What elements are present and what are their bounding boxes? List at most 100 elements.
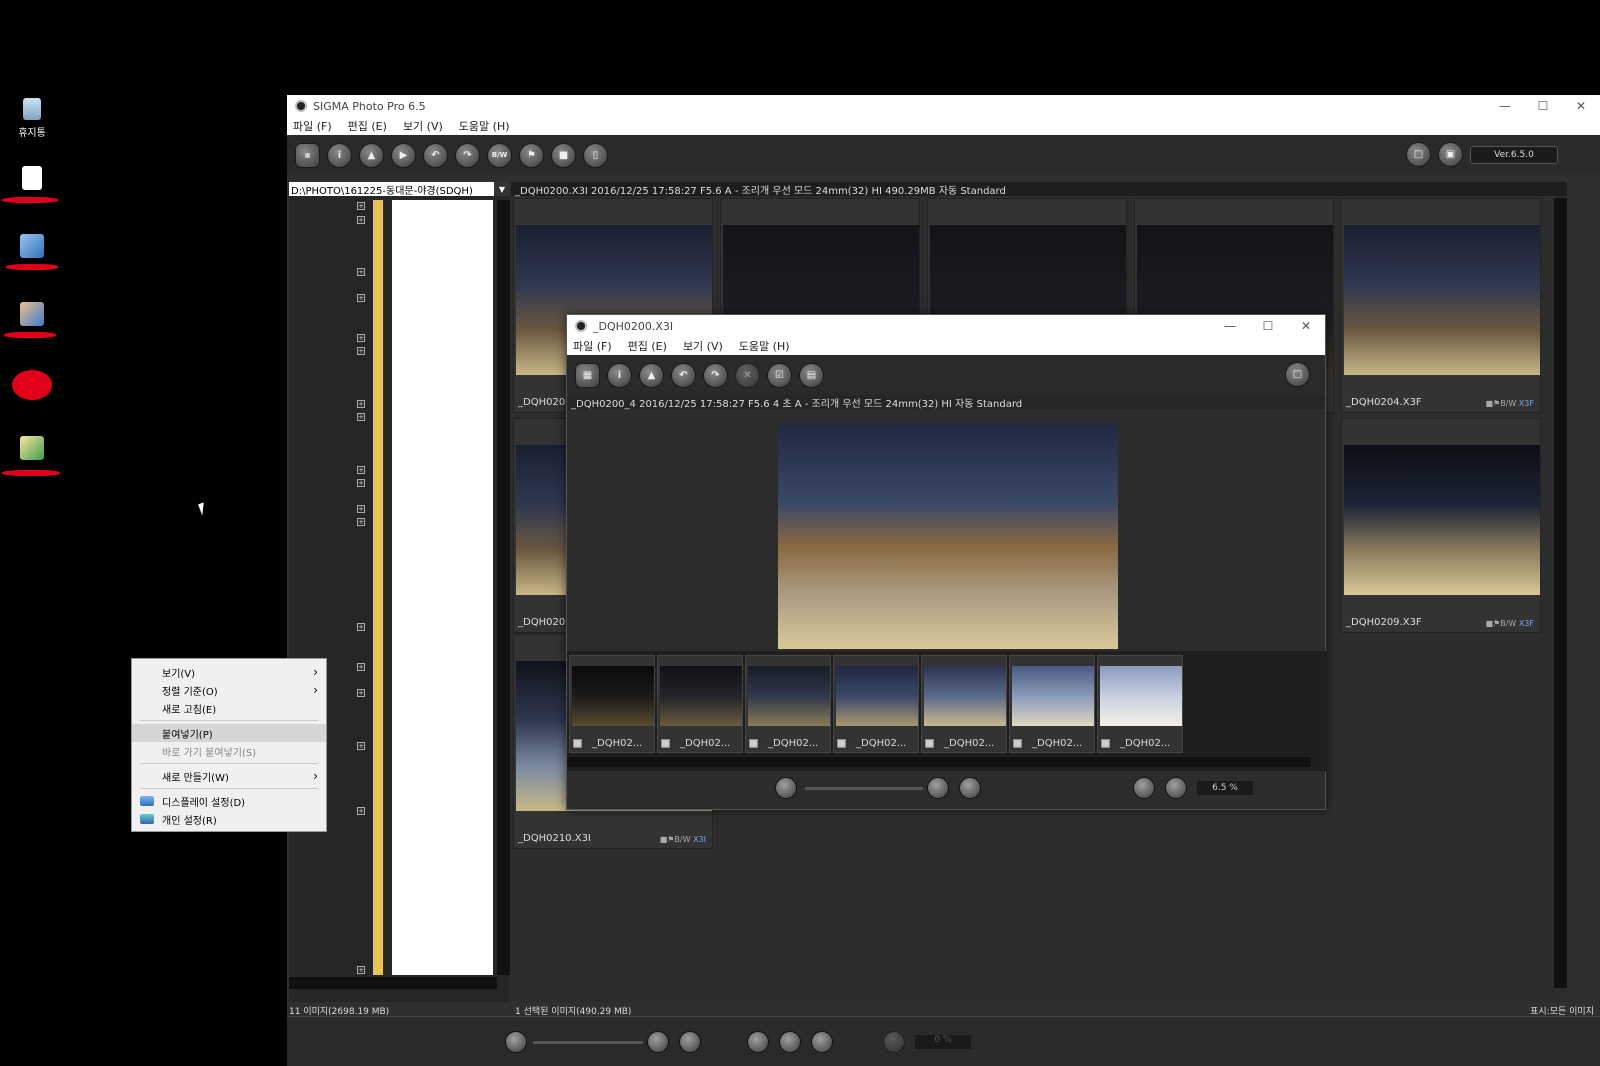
tree-vertical-scrollbar[interactable] xyxy=(497,200,510,975)
tree-expander[interactable]: + xyxy=(357,518,365,526)
menu-file[interactable]: 파일 (F) xyxy=(293,118,332,134)
rotate-left-button[interactable]: ↶ xyxy=(423,142,448,168)
film-checkbox[interactable] xyxy=(925,739,934,748)
desktop-file[interactable] xyxy=(6,166,58,190)
thumbnail[interactable]: _DQH0209.X3F ■⚑B/W X3F xyxy=(1341,418,1541,633)
ctx-refresh[interactable]: 새로 고침(E) xyxy=(132,699,326,717)
tree-expander[interactable]: + xyxy=(357,216,365,224)
maximize-button[interactable]: ☐ xyxy=(1524,95,1562,117)
tree-expander[interactable]: + xyxy=(357,294,365,302)
viewer-close-button[interactable]: ✕ xyxy=(1287,315,1325,337)
window-mode-button[interactable]: □ xyxy=(1406,142,1431,167)
tree-expander[interactable]: + xyxy=(357,742,365,750)
menu-view[interactable]: 보기 (V) xyxy=(403,118,443,134)
rotate-right-button[interactable]: ↷ xyxy=(703,362,728,388)
bw-button[interactable]: B/W xyxy=(487,142,512,168)
film-checkbox[interactable] xyxy=(1101,739,1110,748)
viewer-maximize-button[interactable]: ☐ xyxy=(1249,315,1287,337)
viewer-compare-button[interactable] xyxy=(959,777,981,799)
ctx-display-settings[interactable]: 디스플레이 설정(D) xyxy=(132,792,326,810)
desktop-user-file[interactable] xyxy=(6,436,58,460)
check-button[interactable]: ☑ xyxy=(767,362,792,388)
film-frame[interactable]: _DQH02... xyxy=(921,655,1007,753)
rotate-right-button[interactable]: ↷ xyxy=(455,142,480,168)
tree-expander[interactable]: + xyxy=(357,466,365,474)
tree-expander[interactable]: + xyxy=(357,400,365,408)
lock-button[interactable]: ■ xyxy=(551,142,576,168)
viewer-thumb-slider[interactable] xyxy=(805,787,923,790)
viewer-minimize-button[interactable]: — xyxy=(1211,315,1249,337)
info-button[interactable]: i xyxy=(327,142,352,168)
film-frame[interactable]: _DQH02... xyxy=(657,655,743,753)
film-checkbox[interactable] xyxy=(573,739,582,748)
tree-expander[interactable]: + xyxy=(357,807,365,815)
play-button[interactable]: ▶ xyxy=(391,142,416,168)
film-checkbox[interactable] xyxy=(661,739,670,748)
viewer-menu-help[interactable]: 도움말 (H) xyxy=(739,338,790,354)
film-checkbox[interactable] xyxy=(837,739,846,748)
jpeg-tiff-button[interactable]: ▦ xyxy=(575,362,600,388)
film-frame[interactable]: _DQH02... xyxy=(1009,655,1095,753)
viewer-window-mode-button[interactable]: □ xyxy=(1285,362,1310,387)
tree-expander[interactable]: + xyxy=(357,334,365,342)
menu-edit[interactable]: 편집 (E) xyxy=(348,118,387,134)
path-dropdown[interactable]: D:\PHOTO\161225-동대문-야경(SDQH) ▼ xyxy=(289,182,510,197)
grid-vertical-scrollbar[interactable] xyxy=(1554,198,1567,988)
viewer-menu-file[interactable]: 파일 (F) xyxy=(573,338,612,354)
viewer-menu-edit[interactable]: 편집 (E) xyxy=(628,338,667,354)
viewer-grid-button[interactable] xyxy=(775,777,797,799)
filmstrip-view-button[interactable] xyxy=(779,1031,801,1053)
tree-expander[interactable]: + xyxy=(357,479,365,487)
jpeg-tiff-button[interactable]: ▦ xyxy=(295,142,320,168)
tree-expander[interactable]: + xyxy=(357,268,365,276)
single-view-button[interactable] xyxy=(647,1031,669,1053)
viewer-fit-button[interactable] xyxy=(1165,777,1187,799)
recycle-bin[interactable]: 휴지통 xyxy=(6,98,58,139)
desktop-users[interactable] xyxy=(6,302,58,326)
close-button[interactable]: ✕ xyxy=(1562,95,1600,117)
tree-expander[interactable]: + xyxy=(357,413,365,421)
desktop-network[interactable] xyxy=(6,234,58,258)
viewer-brightness-button[interactable] xyxy=(1133,777,1155,799)
grid-size-button[interactable] xyxy=(505,1031,527,1053)
flag-button[interactable]: ⚑ xyxy=(519,142,544,168)
film-checkbox[interactable] xyxy=(749,739,758,748)
trash-button[interactable]: ▯ xyxy=(583,142,608,168)
tree-expander[interactable]: + xyxy=(357,623,365,631)
split-view-button[interactable] xyxy=(811,1031,833,1053)
film-frame[interactable]: _DQH02... xyxy=(745,655,831,753)
tree-expander[interactable]: + xyxy=(357,505,365,513)
compare-view-button[interactable] xyxy=(679,1031,701,1053)
film-frame[interactable]: _DQH02... xyxy=(1097,655,1183,753)
info-button[interactable]: i xyxy=(607,362,632,388)
menu-help[interactable]: 도움말 (H) xyxy=(459,118,510,134)
stamp-button[interactable]: ▲ xyxy=(359,142,384,168)
viewer-titlebar[interactable]: _DQH0200.X3I — ☐ ✕ xyxy=(567,315,1325,337)
main-titlebar[interactable]: SIGMA Photo Pro 6.5 — ☐ ✕ xyxy=(287,95,1600,117)
ctx-view[interactable]: 보기(V) › xyxy=(132,663,326,681)
tree-expander[interactable]: + xyxy=(357,966,365,974)
grid-view-button[interactable] xyxy=(747,1031,769,1053)
tree-horizontal-scrollbar[interactable] xyxy=(289,977,497,989)
chevron-down-icon[interactable]: ▼ xyxy=(494,182,510,196)
viewer-single-button[interactable] xyxy=(927,777,949,799)
tree-expander[interactable]: + xyxy=(357,663,365,671)
desktop-warning[interactable] xyxy=(6,370,58,400)
tree-expander[interactable]: + xyxy=(357,202,365,210)
print-button[interactable]: ▤ xyxy=(799,362,824,388)
film-frame[interactable]: _DQH02... xyxy=(569,655,655,753)
ctx-paste[interactable]: 붙여넣기(P) xyxy=(132,724,326,742)
minimize-button[interactable]: — xyxy=(1486,95,1524,117)
ctx-personalize[interactable]: 개인 설정(R) xyxy=(132,810,326,828)
window-mode-2-button[interactable]: ▣ xyxy=(1438,142,1463,167)
ctx-new[interactable]: 새로 만들기(W) › xyxy=(132,767,326,785)
rotate-left-button[interactable]: ↶ xyxy=(671,362,696,388)
tree-expander[interactable]: + xyxy=(357,347,365,355)
zoom-fit-button[interactable] xyxy=(883,1031,905,1053)
filmstrip-scrollbar[interactable] xyxy=(567,757,1311,767)
x3i-button[interactable]: ✕ xyxy=(735,362,760,388)
stamp-button[interactable]: ▲ xyxy=(639,362,664,388)
film-frame[interactable]: _DQH02... xyxy=(833,655,919,753)
ctx-sort[interactable]: 정렬 기준(O) › xyxy=(132,681,326,699)
film-checkbox[interactable] xyxy=(1013,739,1022,748)
